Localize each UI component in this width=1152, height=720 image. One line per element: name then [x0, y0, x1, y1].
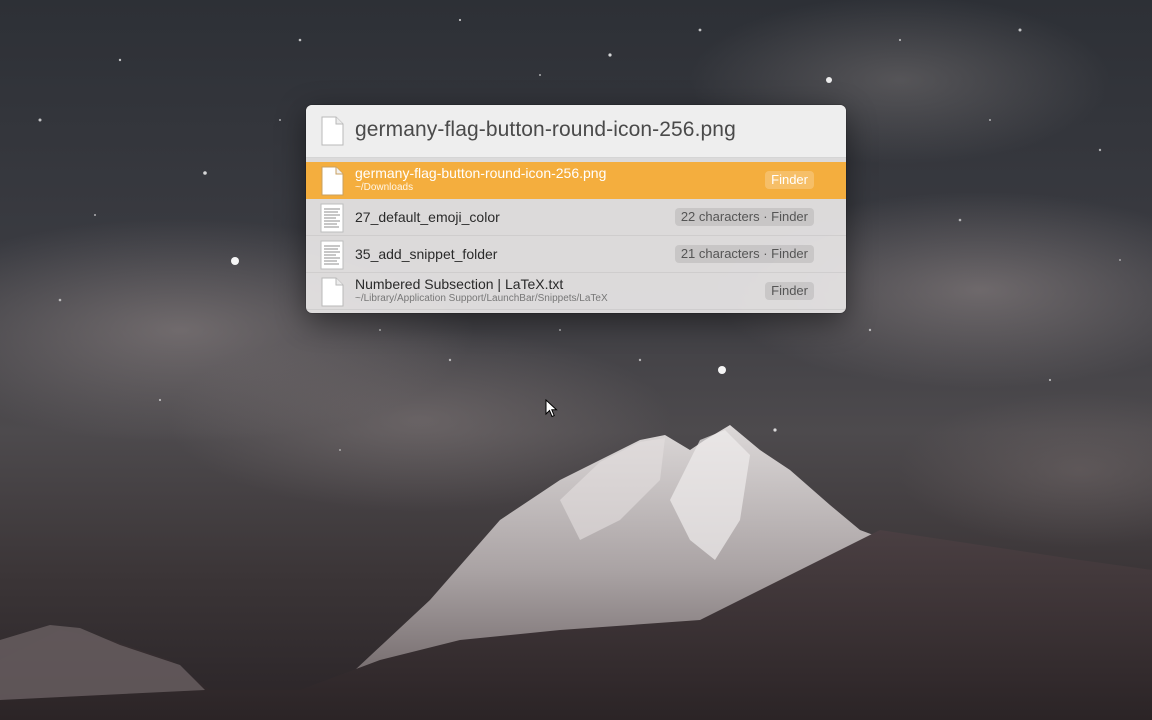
document-icon [318, 116, 346, 151]
result-source-tag: 21 characters · Finder [674, 245, 814, 263]
result-title: 27_default_emoji_color [355, 209, 500, 225]
result-source-tag: Finder [765, 171, 814, 189]
result-item[interactable]: 35_add_snippet_folder 21 characters · Fi… [306, 236, 846, 273]
result-item[interactable]: Numbered Subsection | LaTeX.txt ~/Librar… [306, 273, 846, 310]
document-icon [318, 166, 346, 201]
launchbar-panel: germany-flag-button-round-icon-256.png g… [306, 105, 846, 313]
result-title: 35_add_snippet_folder [355, 246, 498, 262]
results-list: germany-flag-button-round-icon-256.png ~… [306, 162, 846, 310]
desktop: germany-flag-button-round-icon-256.png g… [0, 0, 1152, 720]
result-path: ~/Downloads [355, 182, 414, 193]
mouse-cursor-icon [545, 399, 558, 418]
result-item[interactable]: 27_default_emoji_color 22 characters · F… [306, 199, 846, 236]
document-icon [318, 277, 346, 312]
result-item[interactable]: germany-flag-button-round-icon-256.png ~… [306, 162, 846, 199]
text-document-icon [318, 203, 346, 238]
result-source-tag: Finder [765, 282, 814, 300]
result-path: ~/Library/Application Support/LaunchBar/… [355, 293, 608, 304]
result-title: Numbered Subsection | LaTeX.txt [355, 276, 564, 292]
query-bar[interactable]: germany-flag-button-round-icon-256.png [306, 105, 846, 158]
result-source-tag: 22 characters · Finder [674, 208, 814, 226]
query-text[interactable]: germany-flag-button-round-icon-256.png [355, 118, 736, 142]
result-title: germany-flag-button-round-icon-256.png [355, 165, 607, 181]
text-document-icon [318, 240, 346, 275]
